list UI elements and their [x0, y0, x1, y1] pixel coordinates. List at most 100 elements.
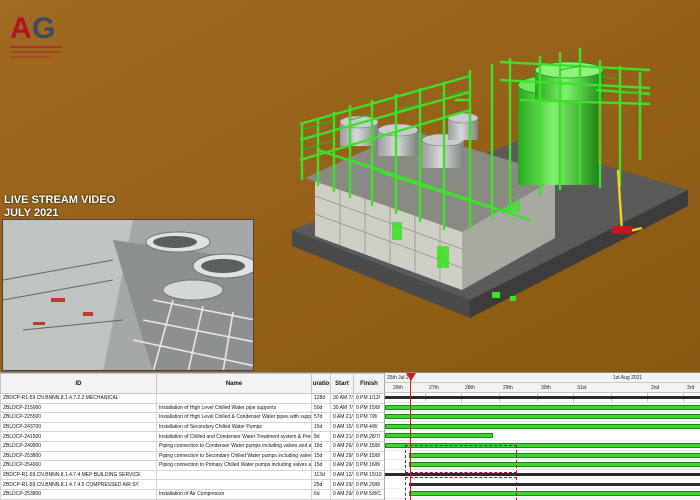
task-finish: 0 PM 16/8/: [353, 460, 385, 471]
table-row[interactable]: ZBLDCP-253800 Installation of Air Compre…: [0, 488, 385, 500]
task-start: 0 AM 15/7/: [330, 421, 354, 433]
table-row[interactable]: ZBDCP-R1-59.CN.BNNN.8.1.4.7.2.2 MECHANIC…: [0, 393, 385, 404]
task-duration: 128d: [311, 393, 331, 404]
task-name: Installation of High Level Chilled & Con…: [156, 412, 312, 423]
column-header-duration[interactable]: uratio: [311, 373, 331, 394]
live-stream-date: JULY 2021: [4, 207, 59, 219]
task-name: Installation of High Level Chilled Water…: [156, 402, 312, 414]
gantt-body: [385, 393, 700, 500]
task-id: ZBLDCP-249900: [0, 440, 157, 452]
table-row[interactable]: ZBLDCP-254000 Piping connection to Prima…: [0, 460, 385, 471]
logo-letter-a: A: [10, 12, 31, 45]
task-start: 0 AM 29/7/: [330, 479, 354, 490]
task-start: 30 AM 7/6/: [330, 402, 354, 414]
gantt-task-bar[interactable]: [385, 433, 493, 439]
task-id: ZBLDCP-215000: [0, 402, 157, 414]
table-row[interactable]: ZBLDCP-225500 Installation of High Level…: [0, 412, 385, 423]
column-header-start[interactable]: Start: [330, 373, 354, 394]
table-row[interactable]: ZBDCP-R1-59.CN.BNNN.8.1.4.7.4 MEP BUILDI…: [0, 469, 385, 481]
task-duration: 25d: [311, 479, 331, 490]
task-id: ZBDCP-R1-59.CN.BNNN.8.1.4.7.4 MEP BUILDI…: [0, 469, 157, 481]
ag-logo: A G: [10, 12, 62, 58]
gantt-day-label: 26th: [393, 385, 403, 391]
3d-viewport[interactable]: A G LIVE STREAM VIDEO JULY 2021: [0, 0, 700, 372]
task-start: 0 AM 21/6/: [330, 412, 354, 423]
task-start: 0 AM 12/7/: [330, 469, 354, 481]
gantt-task-bar[interactable]: [385, 423, 700, 429]
gantt-header-days: 26th 27th 28th 29th 30th 31st 2nd 3rd: [385, 383, 700, 403]
task-finish: 0 PM 4/8/: [353, 421, 385, 433]
task-name: [156, 393, 312, 404]
task-finish: 0 PM 15/8/: [353, 440, 385, 452]
task-start: 0 AM 29/7/: [330, 488, 354, 500]
task-id: ZBLDCP-254000: [0, 460, 157, 471]
gantt-summary-bar[interactable]: [385, 473, 700, 476]
column-header-name[interactable]: Name: [156, 373, 312, 394]
task-duration: 57d: [311, 412, 331, 423]
task-duration: 15d: [311, 440, 331, 452]
column-header-id[interactable]: ID: [0, 373, 157, 394]
logo-letter-g: G: [32, 12, 54, 45]
gantt-summary-bar[interactable]: [385, 396, 700, 399]
gantt-day-label: 30th: [541, 385, 551, 391]
task-id: ZBLDCP-253800: [0, 450, 157, 462]
task-duration: 8d: [311, 431, 331, 442]
task-name: [156, 479, 312, 490]
task-name: Installation of Secondary Chilled Water …: [156, 421, 312, 433]
gantt-date-label: 1st Aug 2021: [613, 375, 643, 381]
gantt-task-bar[interactable]: [385, 404, 700, 410]
table-row[interactable]: ZBDCP-R1-59.CN.BNNN.8.1.4.7.4.5 COMPRESS…: [0, 479, 385, 490]
column-header-finish[interactable]: Finish: [353, 373, 385, 394]
table-row[interactable]: ZBLDCP-253800 Piping connection to Secon…: [0, 450, 385, 462]
task-id: ZBLDCP-241500: [0, 431, 157, 442]
gantt-day-label: 31st: [577, 385, 587, 391]
task-duration: 50d: [311, 402, 331, 414]
schedule-panel: ID Name uratio Start Finish ZBDCP-R1-59.…: [0, 372, 700, 500]
live-video-frame: [3, 220, 253, 370]
task-id: ZBDCP-R1-59.CN.BNNN.8.1.4.7.2.2 MECHANIC…: [0, 393, 157, 404]
task-duration: 6d: [311, 488, 331, 500]
dependency-highlight: [405, 477, 517, 500]
task-start: 0 AM 21/7/: [330, 431, 354, 442]
task-finish: 0 PM 7/8/: [353, 412, 385, 423]
task-start: 30 AM 7/6/: [330, 393, 354, 404]
task-finish: 0 PM 15/8/: [353, 402, 385, 414]
task-id: ZBLDCP-225500: [0, 412, 157, 423]
gantt-task-bar[interactable]: [385, 414, 700, 420]
table-row[interactable]: ZBLDCP-243700 Installation of Secondary …: [0, 421, 385, 433]
task-duration: 15d: [311, 450, 331, 462]
task-start: 0 AM 29/7/: [330, 460, 354, 471]
task-duration: 15d: [311, 460, 331, 471]
dependency-highlight: [405, 445, 517, 473]
task-finish: 0 PM 29/8/: [353, 479, 385, 490]
task-finish: 0 PM 28/7/: [353, 431, 385, 442]
task-name: Piping connection to Primary Chilled Wat…: [156, 460, 312, 471]
task-duration: 113d: [311, 469, 331, 481]
task-table: ID Name uratio Start Finish ZBDCP-R1-59.…: [0, 373, 385, 500]
gantt-chart[interactable]: 25th Jul 2 1st Aug 2021 26th 27th 28th 2…: [384, 373, 700, 500]
gantt-day-label: 2nd: [651, 385, 660, 391]
task-id: ZBDCP-R1-59.CN.BNNN.8.1.4.7.4.5 COMPRESS…: [0, 479, 157, 490]
task-finish: 0 PM 5/8/C: [353, 488, 385, 500]
gantt-day-label: 27th: [429, 385, 439, 391]
task-name: Installation of Chilled and Condenser Wa…: [156, 431, 312, 442]
task-name: [156, 469, 312, 481]
task-name: Installation of Air Compressor: [156, 488, 312, 500]
task-duration: 15d: [311, 421, 331, 433]
gantt-day-label: 28th: [465, 385, 475, 391]
live-stream-title: LIVE STREAM VIDEO: [4, 194, 116, 206]
task-start: 0 AM 26/7/: [330, 440, 354, 452]
table-row[interactable]: ZBLDCP-241500 Installation of Chilled an…: [0, 431, 385, 442]
task-id: ZBLDCP-243700: [0, 421, 157, 433]
task-name: Piping connection to Secondary Chilled W…: [156, 450, 312, 462]
live-video-panel[interactable]: [2, 219, 254, 371]
today-line: [410, 373, 411, 500]
task-name: Piping connection to Condenser Water pum…: [156, 440, 312, 452]
gantt-day-label: 29th: [503, 385, 513, 391]
task-finish: 0 PM 15/8/: [353, 450, 385, 462]
task-id: ZBLDCP-253800: [0, 488, 157, 500]
table-row[interactable]: ZBLDCP-249900 Piping connection to Conde…: [0, 440, 385, 452]
today-marker-icon[interactable]: [406, 373, 416, 381]
task-start: 0 AM 29/7/: [330, 450, 354, 462]
table-row[interactable]: ZBLDCP-215000 Installation of High Level…: [0, 402, 385, 414]
